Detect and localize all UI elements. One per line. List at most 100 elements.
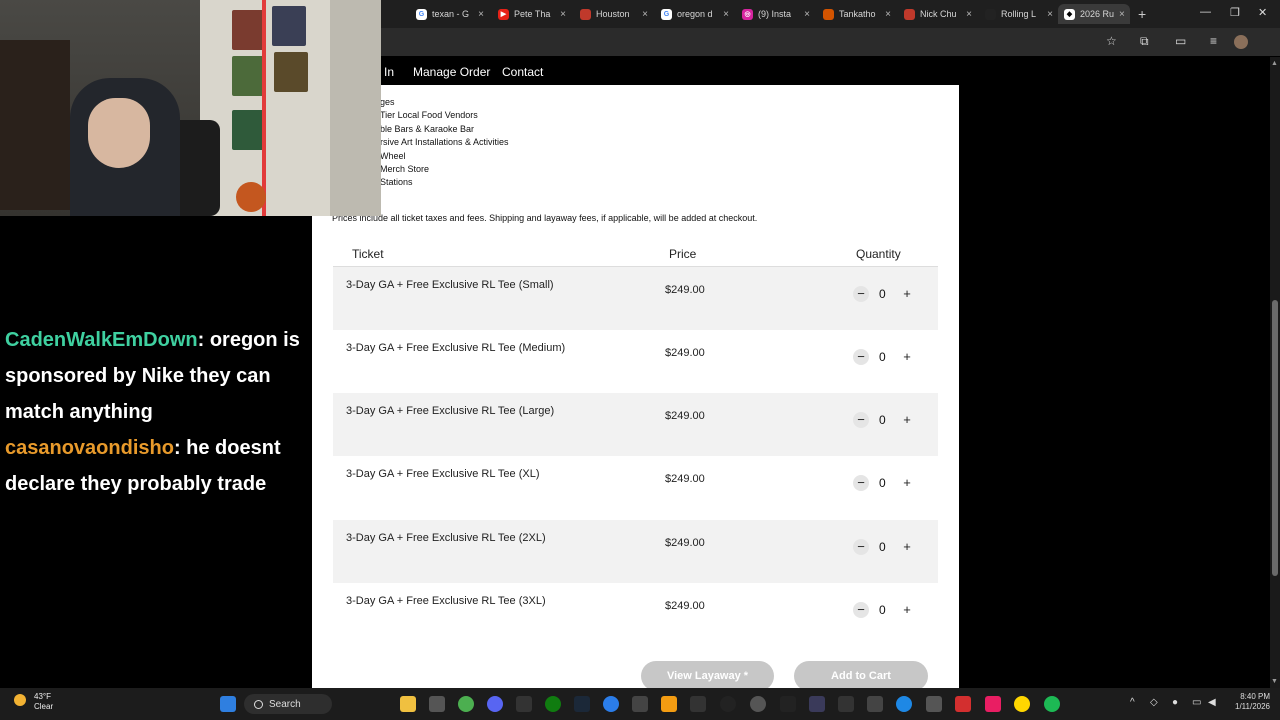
close-icon[interactable]: × xyxy=(1047,9,1053,20)
nav-link-manage-order[interactable]: Manage Order xyxy=(413,65,490,79)
app-icon[interactable] xyxy=(838,696,854,712)
nav-link-contact[interactable]: Contact xyxy=(502,65,543,79)
app-icon[interactable] xyxy=(1014,696,1030,712)
close-icon[interactable]: × xyxy=(966,9,972,20)
app-icon[interactable] xyxy=(632,696,648,712)
tab-instagram[interactable]: ◎ (9) Insta × xyxy=(736,4,816,24)
app-icon[interactable] xyxy=(516,696,532,712)
sidebar-icon[interactable]: ▭ xyxy=(1175,34,1186,48)
close-icon[interactable]: × xyxy=(478,9,484,20)
view-layaway-button[interactable]: View Layaway * xyxy=(641,661,774,691)
site-nav: In Manage Order Contact 0 xyxy=(380,58,959,85)
maximize-icon[interactable]: ❐ xyxy=(1230,6,1240,19)
minimize-icon[interactable]: — xyxy=(1200,6,1211,18)
app-icon[interactable] xyxy=(955,696,971,712)
tab-pete[interactable]: ▶ Pete Tha × xyxy=(492,4,572,24)
tab-rolling[interactable]: Rolling L × xyxy=(979,4,1059,24)
display-icon[interactable]: ▭ xyxy=(1192,697,1201,708)
app-icon[interactable] xyxy=(896,696,912,712)
xbox-icon[interactable] xyxy=(545,696,561,712)
profile-avatar[interactable] xyxy=(1234,35,1248,49)
app-icon[interactable] xyxy=(603,696,619,712)
scrollbar-thumb[interactable] xyxy=(1272,300,1278,576)
increase-quantity-button[interactable]: + xyxy=(899,286,915,302)
volume-icon[interactable]: ◀ xyxy=(1208,697,1216,708)
close-icon[interactable]: × xyxy=(642,9,648,20)
chrome-icon[interactable] xyxy=(458,696,474,712)
app-icon[interactable] xyxy=(926,696,942,712)
window-close-icon[interactable]: ✕ xyxy=(1258,6,1267,19)
ticket-price: $249.00 xyxy=(665,600,705,612)
increase-quantity-button[interactable]: + xyxy=(899,602,915,618)
tab-label: Rolling L xyxy=(1001,9,1037,19)
app-icon[interactable] xyxy=(429,696,445,712)
star-icon[interactable]: ☆ xyxy=(1106,34,1117,48)
spotify-icon[interactable] xyxy=(1044,696,1060,712)
chevron-up-icon[interactable]: ^ xyxy=(1130,697,1135,708)
chat-colon: : xyxy=(173,437,187,459)
add-to-cart-button[interactable]: Add to Cart xyxy=(794,661,928,691)
increase-quantity-button[interactable]: + xyxy=(899,539,915,555)
app-icon[interactable] xyxy=(661,696,677,712)
extensions-icon[interactable]: ⧉ xyxy=(1140,34,1149,49)
pricing-note: Prices include all ticket taxes and fees… xyxy=(332,213,758,223)
ticket-row: 3-Day GA + Free Exclusive RL Tee (2XL) $… xyxy=(333,520,938,583)
close-icon[interactable]: × xyxy=(560,9,566,20)
chat-text: he doesnt xyxy=(186,437,281,459)
close-icon[interactable]: × xyxy=(885,9,891,20)
tab-label: Houston xyxy=(596,9,630,19)
tab-active-2026[interactable]: ◆ 2026 Ru × xyxy=(1058,4,1130,24)
tab-nick[interactable]: Nick Chu × xyxy=(898,4,978,24)
decrease-quantity-button[interactable]: − xyxy=(853,349,869,365)
tab-oregon[interactable]: G oregon d × xyxy=(655,4,735,24)
decrease-quantity-button[interactable]: − xyxy=(853,539,869,555)
tab-tankathon[interactable]: Tankatho × xyxy=(817,4,897,24)
steam-icon[interactable] xyxy=(574,696,590,712)
quantity-value: 0 xyxy=(879,350,886,364)
google-icon: G xyxy=(416,8,427,20)
scroll-down-icon[interactable]: ▼ xyxy=(1271,678,1278,685)
music-icon[interactable] xyxy=(985,696,1001,712)
decrease-quantity-button[interactable]: − xyxy=(853,412,869,428)
site-icon xyxy=(904,8,915,20)
file-explorer-icon[interactable] xyxy=(400,696,416,712)
door xyxy=(330,0,381,216)
taskbar-search[interactable]: Search xyxy=(244,694,332,714)
weather-condition: Clear xyxy=(34,702,54,711)
increase-quantity-button[interactable]: + xyxy=(899,412,915,428)
close-icon[interactable]: × xyxy=(723,9,729,20)
discord-icon[interactable] xyxy=(487,696,503,712)
decrease-quantity-button[interactable]: − xyxy=(853,286,869,302)
tab-label: (9) Insta xyxy=(758,9,792,19)
site-icon xyxy=(580,8,591,20)
tab-texan[interactable]: G texan - G × xyxy=(410,4,490,24)
new-tab-button[interactable]: + xyxy=(1138,6,1146,22)
quantity-value: 0 xyxy=(879,287,886,301)
taskbar-clock[interactable]: 8:40 PM 1/11/2026 xyxy=(1222,692,1270,712)
decrease-quantity-button[interactable]: − xyxy=(853,602,869,618)
app-icon[interactable] xyxy=(690,696,706,712)
app-icon[interactable] xyxy=(780,696,796,712)
start-icon[interactable] xyxy=(220,696,236,712)
ticket-price: $249.00 xyxy=(665,410,705,422)
nav-link-login[interactable]: In xyxy=(384,65,394,79)
tab-houston[interactable]: Houston × xyxy=(574,4,654,24)
close-icon[interactable]: × xyxy=(804,9,810,20)
network-icon[interactable]: ◇ xyxy=(1150,697,1158,708)
media-icon[interactable]: ≡ xyxy=(1210,34,1217,48)
quantity-value: 0 xyxy=(879,476,886,490)
increase-quantity-button[interactable]: + xyxy=(899,349,915,365)
settings-icon[interactable] xyxy=(720,696,736,712)
column-header-ticket: Ticket xyxy=(352,247,384,261)
close-icon[interactable]: × xyxy=(1119,9,1125,20)
app-icon[interactable] xyxy=(750,696,766,712)
increase-quantity-button[interactable]: + xyxy=(899,475,915,491)
app-icon[interactable] xyxy=(809,696,825,712)
app-icon[interactable] xyxy=(867,696,883,712)
amenity-item: rsive Art Installations & Activities xyxy=(380,137,509,148)
microphone-icon[interactable]: ● xyxy=(1172,697,1178,708)
scroll-up-icon[interactable]: ▲ xyxy=(1271,60,1278,67)
decrease-quantity-button[interactable]: − xyxy=(853,475,869,491)
chat-username: CadenWalkEmDown xyxy=(5,329,198,351)
tab-label: Nick Chu xyxy=(920,9,957,19)
